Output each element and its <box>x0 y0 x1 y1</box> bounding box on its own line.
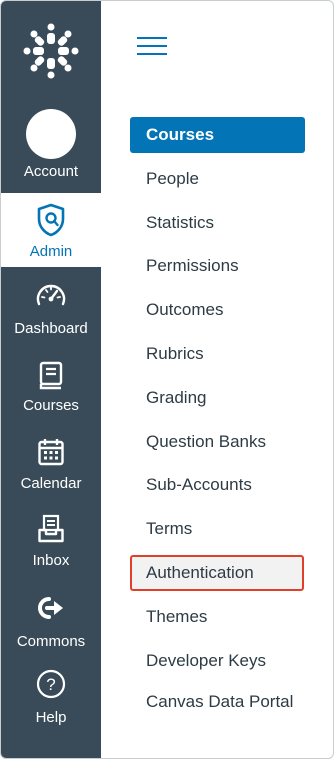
sub-nav-authentication[interactable]: Authentication <box>130 554 304 591</box>
sub-nav-statistics[interactable]: Statistics <box>130 205 310 241</box>
nav-dashboard-label: Dashboard <box>14 320 88 337</box>
sub-nav-outcomes[interactable]: Outcomes <box>130 292 310 328</box>
svg-text:?: ? <box>46 675 55 694</box>
app-frame: Account Admin Dashboard Courses Calendar… <box>0 0 334 759</box>
shield-icon <box>37 203 65 237</box>
inbox-icon <box>38 514 64 543</box>
commons-icon <box>38 597 63 619</box>
sub-nav-courses[interactable]: Courses <box>130 117 305 153</box>
avatar <box>26 109 76 159</box>
sub-nav-developer-keys[interactable]: Developer Keys <box>130 643 310 679</box>
book-icon <box>39 361 63 390</box>
sub-nav-themes[interactable]: Themes <box>130 599 310 635</box>
sub-nav-rubrics[interactable]: Rubrics <box>130 336 310 372</box>
admin-sub-navigation: Courses People Statistics Permissions Ou… <box>130 117 310 746</box>
sub-nav-people[interactable]: People <box>130 161 310 197</box>
sub-nav-canvas-data-portal[interactable]: Canvas Data Portal <box>130 686 310 738</box>
nav-inbox-label: Inbox <box>32 552 70 569</box>
calendar-icon <box>38 439 64 466</box>
nav-courses[interactable]: Courses <box>1 361 101 414</box>
nav-help[interactable]: ? Help <box>1 669 101 726</box>
nav-account-label: Account <box>23 163 79 180</box>
nav-calendar-label: Calendar <box>20 475 82 492</box>
nav-admin-label: Admin <box>29 243 73 260</box>
nav-account[interactable]: Account <box>1 109 101 187</box>
nav-admin[interactable]: Admin <box>1 193 101 267</box>
canvas-logo-icon[interactable] <box>23 23 79 79</box>
nav-courses-label: Courses <box>23 397 79 414</box>
hamburger-menu-icon[interactable] <box>137 35 167 55</box>
nav-help-label: Help <box>35 709 67 726</box>
dashboard-icon <box>36 284 66 306</box>
nav-commons-label: Commons <box>16 633 86 650</box>
nav-calendar[interactable]: Calendar <box>1 437 101 492</box>
sub-nav-question-banks[interactable]: Question Banks <box>130 424 310 460</box>
sub-nav-terms[interactable]: Terms <box>130 511 310 547</box>
nav-dashboard[interactable]: Dashboard <box>1 282 101 337</box>
sub-nav-sub-accounts[interactable]: Sub-Accounts <box>130 467 310 503</box>
help-icon: ? <box>36 669 66 699</box>
global-navigation: Account Admin Dashboard Courses Calendar… <box>1 1 101 758</box>
sub-nav-permissions[interactable]: Permissions <box>130 248 310 284</box>
nav-inbox[interactable]: Inbox <box>1 514 101 569</box>
nav-commons[interactable]: Commons <box>1 595 101 650</box>
sub-nav-grading[interactable]: Grading <box>130 380 310 416</box>
